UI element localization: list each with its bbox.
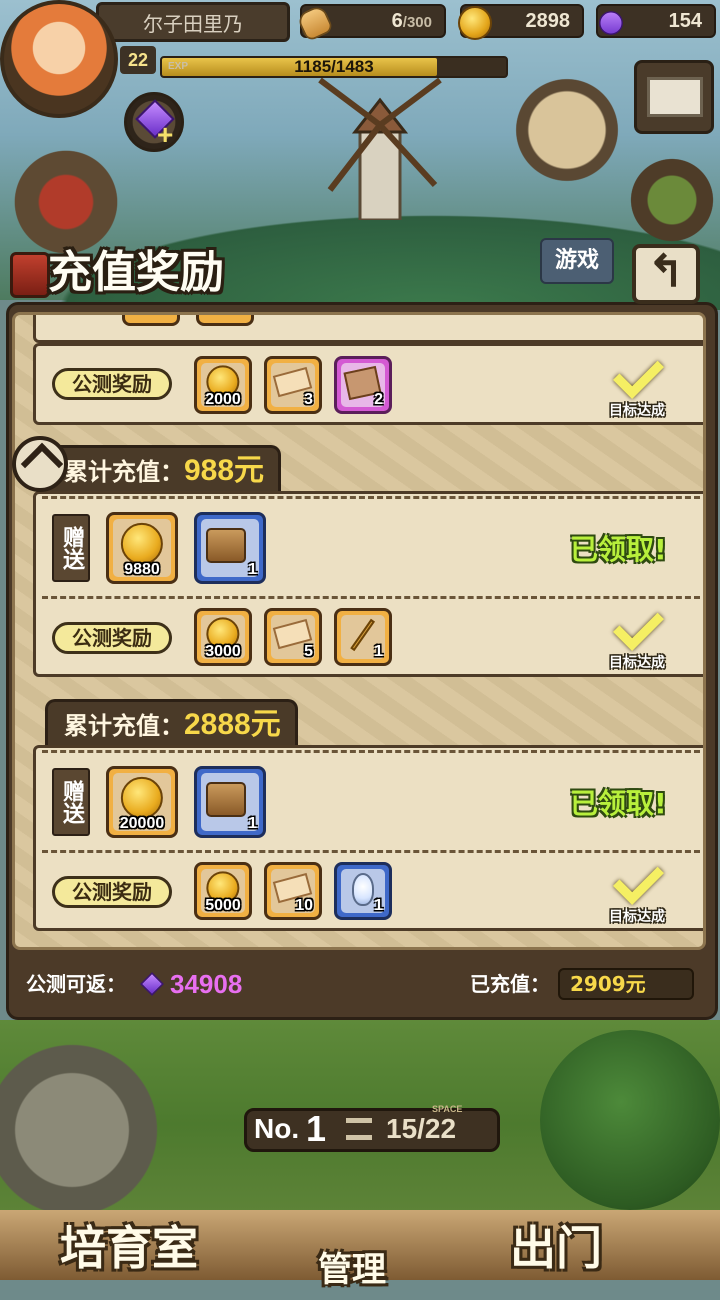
gold-coin-icon	[458, 6, 492, 40]
reward-item[interactable]	[196, 315, 254, 326]
panel-title: 充值奖励	[48, 247, 224, 298]
tier-label: 累计充值：	[64, 712, 184, 740]
buy-gems-button[interactable]: +	[124, 92, 184, 152]
tier-header: 累计充值：2888元	[45, 699, 298, 747]
nest-illustration	[0, 1040, 180, 1220]
reward-quantity: 1	[374, 897, 383, 914]
reward-quantity: 3	[304, 391, 313, 408]
goal-achieved-badge: 目标达成	[592, 600, 682, 672]
reward-item[interactable]	[122, 315, 180, 326]
reward-quantity: 2000	[205, 391, 241, 408]
tier-card: 赠送 20000 1 已领取! 公测奖励 5000 10 1 目标达成	[33, 745, 703, 931]
claimed-status: 已领取!	[570, 533, 667, 566]
gold-amount: 2898	[525, 10, 571, 32]
back-button[interactable]: ↰	[632, 244, 700, 304]
reward-quantity: 1	[248, 815, 257, 832]
tier-label: 累计充值：	[64, 458, 184, 486]
arrow-icon	[20, 442, 64, 486]
chest-reward[interactable]: 1	[194, 766, 266, 838]
go-out-button[interactable]: 出门	[510, 1218, 602, 1278]
treasure-chest-icon	[206, 782, 246, 817]
egg-reward[interactable]: 1	[334, 862, 392, 920]
ticket-reward[interactable]: 10	[264, 862, 322, 920]
goal-achieved-text: 目标达成	[609, 403, 665, 419]
key-reward[interactable]: 1	[334, 608, 392, 666]
beta-reward-tag: 公测奖励	[52, 368, 172, 400]
stamina-counter[interactable]: 6/300	[295, 3, 446, 43]
gold-coin-reward[interactable]: 3000	[194, 608, 252, 666]
reward-quantity: 1	[248, 561, 257, 578]
tier-amount: 988元	[184, 454, 265, 487]
chest-reward[interactable]: 1	[194, 512, 266, 584]
bread-icon	[295, 3, 335, 43]
game-button[interactable]: 游戏	[540, 238, 614, 284]
tree-illustration	[540, 1030, 720, 1210]
rare-ticket-reward[interactable]: 2	[334, 356, 392, 414]
exp-bar: EXP 1185/1483	[160, 56, 508, 78]
envelope-icon	[647, 77, 703, 117]
beta-reward-tag: 公测奖励	[52, 876, 172, 908]
gift-tag: 赠送	[52, 768, 90, 836]
reward-quantity: 1	[374, 643, 383, 660]
checkmark-icon	[613, 348, 664, 399]
purple-gem-icon	[594, 6, 628, 40]
checkmark-icon	[613, 854, 664, 905]
stamina-max: /300	[402, 14, 432, 31]
player-level: 22	[120, 46, 156, 74]
ticket-reward[interactable]: 5	[264, 608, 322, 666]
backpack-button[interactable]	[624, 152, 720, 248]
plus-icon: +	[157, 119, 174, 150]
gold-counter[interactable]: 2898	[458, 4, 584, 40]
mail-button[interactable]	[634, 60, 714, 134]
refund-label: 公测可返：	[26, 972, 126, 996]
stamina-current: 6	[391, 10, 403, 32]
tier-amount: 2888元	[184, 708, 281, 741]
reward-quantity: 2	[374, 391, 383, 408]
gold-coin-reward[interactable]: 2000	[194, 356, 252, 414]
player-name: 尔子田里乃	[96, 2, 290, 42]
space-value: 15/22	[386, 1113, 457, 1144]
gem-counter[interactable]: 154	[594, 4, 716, 40]
goal-achieved-badge: 目标达成	[592, 348, 682, 420]
tier-beta-row: 公测奖励 2000 3 2 目标达成	[33, 343, 703, 425]
goal-achieved-text: 目标达成	[609, 909, 665, 925]
goal-achieved-text: 目标达成	[609, 655, 665, 671]
nursery-button[interactable]: 培育室	[60, 1218, 198, 1278]
tier-card: 赠送 9880 1 已领取! 公测奖励 3000 5 1 目标达成	[33, 491, 703, 677]
gift-tag: 赠送	[52, 514, 90, 582]
slot-number-label: No.	[254, 1113, 300, 1144]
exp-value: 1185/1483	[294, 57, 374, 76]
player-avatar[interactable]	[0, 0, 118, 118]
beta-reward-tag: 公测奖励	[52, 622, 172, 654]
reward-quantity: 20000	[119, 815, 165, 832]
stack-icon	[346, 1118, 372, 1140]
charged-label: 已充值：	[470, 972, 550, 996]
ticket-reward[interactable]: 3	[264, 356, 322, 414]
gold-coin-reward[interactable]: 20000	[106, 766, 178, 838]
gem-amount: 154	[668, 10, 702, 32]
tier-header: 累计充值：988元	[45, 445, 282, 493]
charged-value: 2909元	[558, 968, 694, 1000]
slot-number-value: 1	[306, 1108, 327, 1149]
reward-list[interactable]: 公测奖励 2000 3 2 目标达成 累计充值：988元 赠送 9880 1 已…	[12, 312, 706, 950]
reward-quantity: 3000	[205, 643, 241, 660]
refund-value: 34908	[170, 969, 243, 999]
reward-quantity: 5	[304, 643, 313, 660]
goal-achieved-badge: 目标达成	[592, 854, 682, 926]
reward-quantity: 10	[295, 897, 313, 914]
reward-quantity: 5000	[205, 897, 241, 914]
gold-coin-reward[interactable]: 5000	[194, 862, 252, 920]
tier-gift-row-partial	[33, 315, 703, 343]
quest-scroll-button[interactable]	[508, 70, 626, 190]
checkmark-icon	[613, 600, 664, 651]
gold-coin-reward[interactable]: 9880	[106, 512, 178, 584]
windmill-illustration	[318, 77, 442, 220]
treasure-chest-icon	[206, 528, 246, 563]
reward-quantity: 9880	[124, 561, 160, 578]
manage-button[interactable]: 管理	[318, 1240, 386, 1300]
scroll-position-marker[interactable]	[12, 436, 68, 492]
claimed-status: 已领取!	[570, 787, 667, 820]
